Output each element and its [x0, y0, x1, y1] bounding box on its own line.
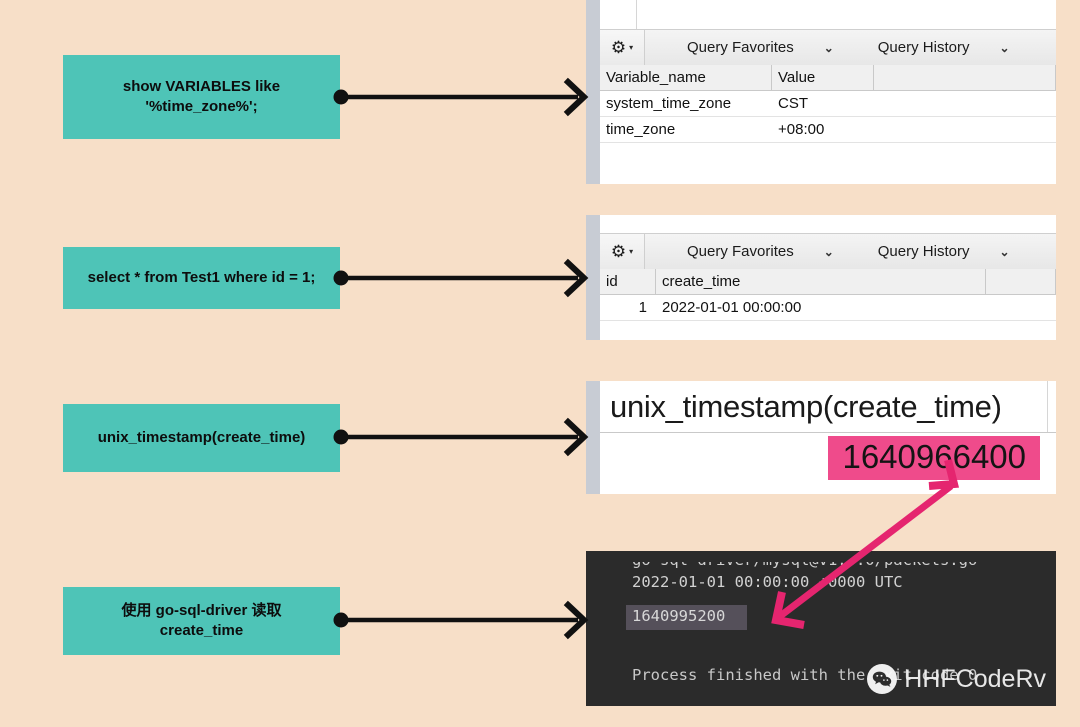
cell-variable-name: time_zone: [606, 121, 676, 138]
note-box-text: unix_timestamp(create_time): [97, 428, 306, 446]
query-history-menu[interactable]: Query History ⌄: [878, 39, 1010, 56]
gear-glyph: ⚙: [610, 242, 627, 261]
gear-caret-icon: ▾: [629, 247, 634, 256]
cell-value: +08:00: [778, 121, 825, 138]
grid-header-row: Variable_name Value: [600, 65, 1056, 91]
column-header-label: unix_timestamp(create_time): [610, 388, 1002, 424]
grid-header-row: id create_time: [600, 269, 1056, 295]
table-row[interactable]: 1 2022-01-01 00:00:00: [600, 295, 1056, 321]
diagram-canvas: show VARIABLES like '%time_zone%'; selec…: [0, 0, 1080, 727]
column-header-blank[interactable]: [986, 269, 1056, 294]
table-row[interactable]: time_zone +08:00: [600, 117, 1056, 143]
panel-gutter: [586, 381, 600, 494]
column-header-variable-name[interactable]: Variable_name: [600, 65, 772, 90]
workbench-toolbar: ⚙ ▾ Query Favorites ⌄ Query History ⌄: [600, 233, 1056, 270]
note-box-text: 使用 go-sql-driver 读取 create_time: [121, 601, 282, 639]
column-edge-divider: [1047, 381, 1048, 432]
chevron-down-icon: ⌄: [999, 40, 1010, 55]
workbench-toolbar: ⚙ ▾ Query Favorites ⌄ Query History ⌄: [600, 29, 1056, 66]
query-history-label: Query History: [877, 39, 970, 56]
query-history-menu[interactable]: Query History ⌄: [878, 243, 1010, 260]
query-history-label: Query History: [877, 243, 970, 260]
panel-terminal-output: go-sql-driver/mysql@v1.6.0/packets.go 20…: [586, 551, 1056, 706]
cell-value: CST: [778, 95, 808, 112]
chevron-down-icon: ⌄: [823, 244, 834, 259]
cell-blank: [874, 117, 1056, 142]
sliver-divider: [636, 0, 637, 29]
connector-arrow-2: [333, 258, 589, 298]
note-box-text: show VARIABLES like '%time_zone%';: [122, 77, 281, 115]
connector-arrow-3: [333, 417, 589, 457]
note-box-go-sql-driver: 使用 go-sql-driver 读取 create_time: [63, 587, 340, 655]
column-header-blank[interactable]: [874, 65, 1056, 90]
terminal-line-date: 2022-01-01 00:00:00 +0000 UTC: [632, 573, 903, 591]
cell-blank: [986, 295, 1056, 320]
watermark: HHFCodeRv: [867, 664, 1046, 694]
gear-icon[interactable]: ⚙ ▾: [600, 30, 645, 65]
test1-result-grid: id create_time 1 2022-01-01 00:00:00: [600, 269, 1056, 321]
column-header-id[interactable]: id: [600, 269, 656, 294]
chevron-down-icon: ⌄: [823, 40, 834, 55]
cell-id: 1: [638, 299, 647, 316]
column-header-create-time[interactable]: create_time: [656, 269, 986, 294]
cell-blank: [874, 91, 1056, 116]
column-header-unix-timestamp[interactable]: unix_timestamp(create_time): [600, 381, 1056, 433]
unix-timestamp-row: 1640966400: [600, 434, 1056, 494]
gear-glyph: ⚙: [610, 38, 627, 57]
connector-arrow-4: [333, 600, 589, 640]
wechat-icon: [867, 664, 898, 694]
query-favorites-menu[interactable]: Query Favorites ⌄: [687, 243, 834, 260]
cell-variable-name: system_time_zone: [606, 95, 732, 112]
watermark-text: HHFCodeRv: [904, 664, 1046, 693]
terminal-line-epoch-highlighted: 1640995200: [626, 605, 748, 630]
panel-top-sliver: [600, 0, 1056, 30]
cell-create-time: 2022-01-01 00:00:00: [662, 299, 802, 316]
panel-gutter: [586, 0, 600, 184]
panel-gutter: [586, 215, 600, 340]
chevron-down-icon: ⌄: [999, 244, 1010, 259]
note-box-show-variables: show VARIABLES like '%time_zone%';: [63, 55, 340, 139]
note-box-text: select * from Test1 where id = 1;: [87, 268, 316, 286]
variables-result-grid: Variable_name Value system_time_zone CST…: [600, 65, 1056, 143]
note-box-unix-timestamp: unix_timestamp(create_time): [63, 404, 340, 472]
gear-icon[interactable]: ⚙ ▾: [600, 234, 645, 269]
query-favorites-label: Query Favorites: [687, 39, 794, 56]
terminal-line-clipped: go-sql-driver/mysql@v1.6.0/packets.go: [632, 551, 978, 569]
gear-caret-icon: ▾: [629, 43, 634, 52]
query-favorites-menu[interactable]: Query Favorites ⌄: [687, 39, 834, 56]
panel-test1-result: ⚙ ▾ Query Favorites ⌄ Query History ⌄ id…: [586, 215, 1056, 340]
panel-unix-timestamp-result: unix_timestamp(create_time) 1640966400: [586, 381, 1056, 494]
column-header-value[interactable]: Value: [772, 65, 874, 90]
panel-variables-result: ⚙ ▾ Query Favorites ⌄ Query History ⌄ Va…: [586, 0, 1056, 184]
highlighted-timestamp-value: 1640966400: [828, 436, 1040, 480]
query-favorites-label: Query Favorites: [687, 243, 794, 260]
note-box-select-test1: select * from Test1 where id = 1;: [63, 247, 340, 309]
table-row[interactable]: system_time_zone CST: [600, 91, 1056, 117]
connector-arrow-1: [333, 77, 589, 117]
